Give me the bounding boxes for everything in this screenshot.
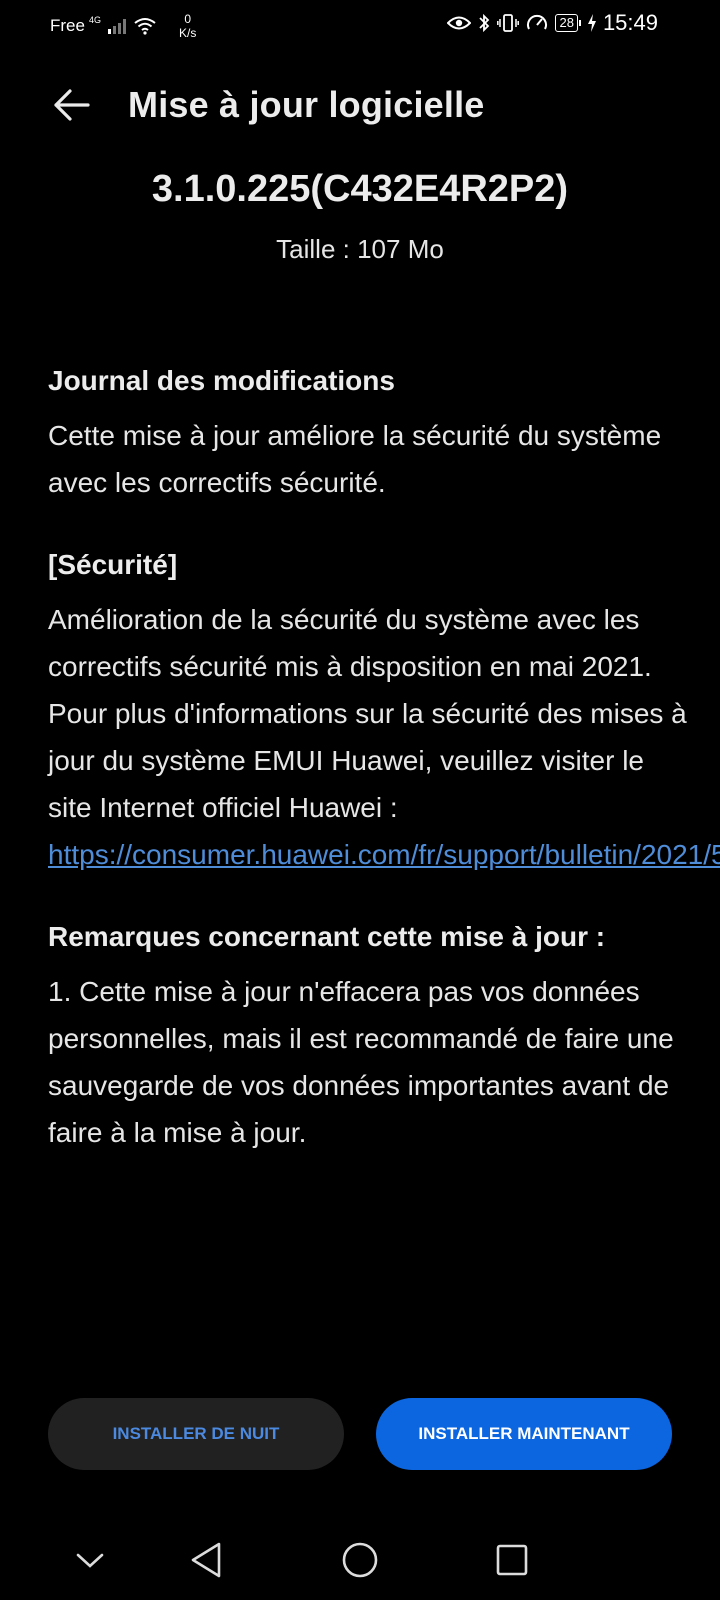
nav-recents-button[interactable]: [482, 1530, 542, 1590]
nav-back-button[interactable]: [176, 1530, 236, 1590]
nav-home-button[interactable]: [330, 1530, 390, 1590]
update-size: Taille : 107 Mo: [276, 234, 444, 264]
notes-heading: Remarques concernant cette mise à jour :: [48, 921, 606, 952]
bluetooth-icon: [478, 13, 490, 33]
install-now-button[interactable]: INSTALLER MAINTENANT: [376, 1398, 672, 1470]
eye-icon: [447, 15, 472, 31]
network-speed: 0 K/s: [179, 12, 196, 40]
triangle-back-icon: [191, 1542, 221, 1578]
signal-icon: [107, 18, 127, 34]
clock: 15:49: [602, 10, 658, 35]
battery-level: 28: [555, 14, 578, 32]
carrier-label: Free: [50, 16, 85, 35]
changelog-heading: Journal des modifications: [48, 365, 395, 396]
page-title: Mise à jour logicielle: [128, 84, 485, 125]
charging-icon: [587, 14, 596, 32]
speed-unit: K/s: [178, 26, 197, 40]
changelog-text: Cette mise à jour améliore la sécurité d…: [48, 420, 662, 498]
status-right: 28 15:49: [447, 10, 658, 36]
vibrate-icon: [497, 13, 520, 33]
install-night-button[interactable]: INSTALLER DE NUIT: [48, 1398, 344, 1470]
app-header: Mise à jour logicielle: [0, 78, 720, 134]
navigation-bar: [0, 1520, 720, 1600]
back-button[interactable]: [50, 84, 92, 126]
nav-collapse-button[interactable]: [60, 1530, 120, 1590]
status-left: Free 4G 0 K/s: [50, 12, 196, 40]
square-recents-icon: [496, 1544, 528, 1576]
network-type: 4G: [88, 15, 101, 25]
version-number: 3.1.0.225(C432E4R2P2): [151, 168, 569, 210]
status-bar: Free 4G 0 K/s 28 15:49: [0, 0, 720, 50]
notes-item: 1. Cette mise à jour n'effacera pas vos …: [48, 976, 674, 1148]
security-text: Amélioration de la sécurité du système a…: [48, 604, 652, 682]
security-heading: [Sécurité]: [48, 549, 178, 580]
release-notes: Journal des modifications Cette mise à j…: [48, 364, 720, 1156]
security-bulletin-link[interactable]: https://consumer.huawei.com/fr/support/b…: [48, 839, 720, 870]
battery-icon: 28: [555, 14, 581, 32]
speed-value: 0: [184, 12, 191, 26]
back-arrow-icon: [54, 89, 90, 121]
security-more-info: Pour plus d'informations sur la sécurité…: [48, 690, 720, 878]
chevron-down-icon: [76, 1553, 104, 1568]
speedometer-icon: [526, 13, 548, 33]
circle-home-icon: [342, 1542, 378, 1578]
wifi-icon: [133, 17, 157, 35]
security-info-text: Pour plus d'informations sur la sécurité…: [48, 698, 687, 823]
